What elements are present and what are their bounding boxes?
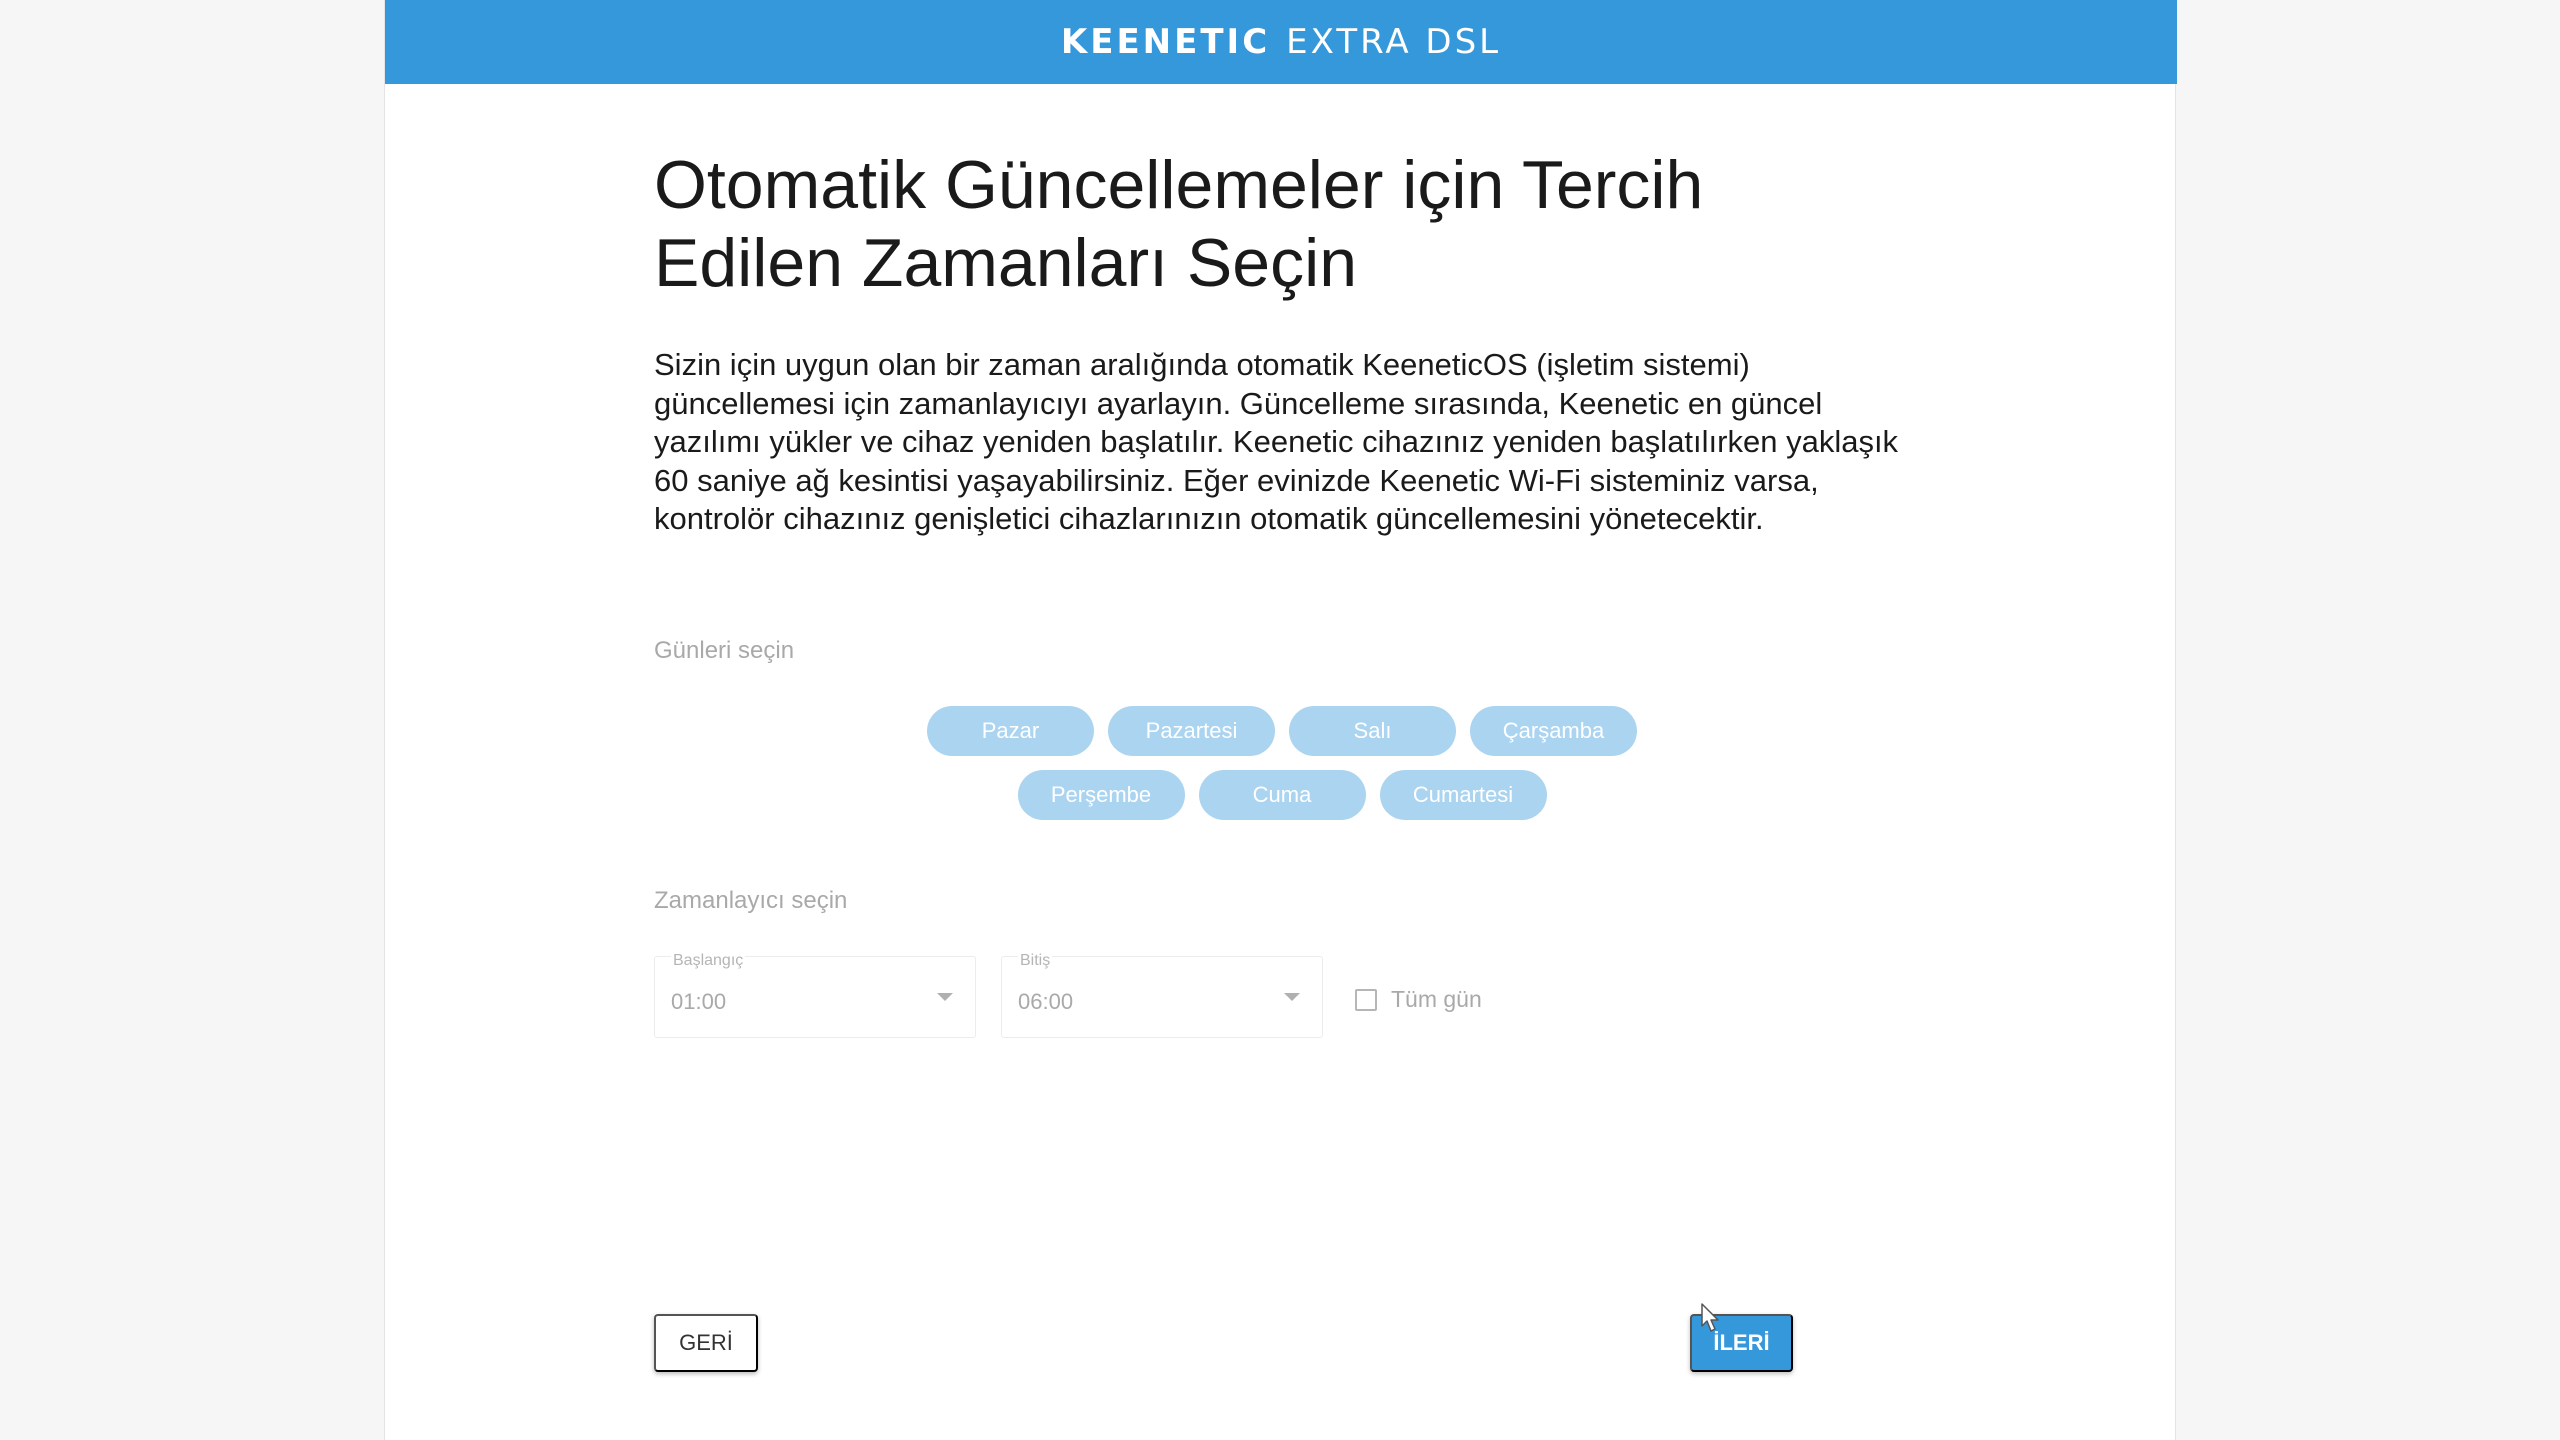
- day-pill-saturday[interactable]: Cumartesi: [1379, 770, 1547, 820]
- mouse-cursor-icon: [1701, 1303, 1719, 1332]
- all-day-checkbox[interactable]: [1355, 988, 1377, 1011]
- chevron-down-icon: [1284, 993, 1300, 1001]
- end-time-value: 06:00: [1018, 989, 1074, 1014]
- brand-model: EXTRA DSL: [1286, 22, 1502, 62]
- days-section-label: Günleri seçin: [654, 637, 795, 664]
- end-time-caption: Bitiş: [1018, 952, 1053, 969]
- timer-section-label: Zamanlayıcı seçin: [654, 887, 848, 914]
- end-time-select[interactable]: Bitiş 06:00: [1001, 952, 1323, 1038]
- start-time-select[interactable]: Başlangıç 01:00: [654, 952, 976, 1038]
- start-time-value: 01:00: [671, 989, 727, 1014]
- day-pill-thursday[interactable]: Perşembe: [1017, 770, 1185, 820]
- day-pill-sunday[interactable]: Pazar: [927, 706, 1094, 756]
- back-button[interactable]: GERİ: [654, 1314, 758, 1372]
- day-pill-friday[interactable]: Cuma: [1198, 770, 1366, 820]
- all-day-label: Tüm gün: [1391, 986, 1482, 1012]
- chevron-down-icon: [937, 993, 953, 1001]
- day-row-2: Perşembe Cuma Cumartesi: [654, 770, 1910, 822]
- day-selector: Pazar Pazartesi Salı Çarşamba Perşembe C…: [654, 706, 1910, 834]
- header-bar: KEENETIC EXTRA DSL: [385, 0, 2177, 84]
- brand-name: KEENETIC: [1060, 22, 1271, 62]
- day-pill-tuesday[interactable]: Salı: [1289, 706, 1456, 756]
- all-day-option[interactable]: Tüm gün: [1355, 986, 1482, 1013]
- day-pill-wednesday[interactable]: Çarşamba: [1470, 706, 1637, 756]
- page-description: Sizin için uygun olan bir zaman aralığın…: [654, 347, 1899, 536]
- day-row-1: Pazar Pazartesi Salı Çarşamba: [654, 706, 1910, 758]
- day-pill-monday[interactable]: Pazartesi: [1108, 706, 1275, 756]
- start-time-caption: Başlangıç: [671, 952, 746, 969]
- wizard-card: KEENETIC EXTRA DSL Otomatik Güncellemeler…: [384, 0, 2177, 1440]
- brand-logo: KEENETIC EXTRA DSL: [1061, 25, 1501, 59]
- page-title: Otomatik Güncellemeler için Tercih Edile…: [654, 147, 1704, 301]
